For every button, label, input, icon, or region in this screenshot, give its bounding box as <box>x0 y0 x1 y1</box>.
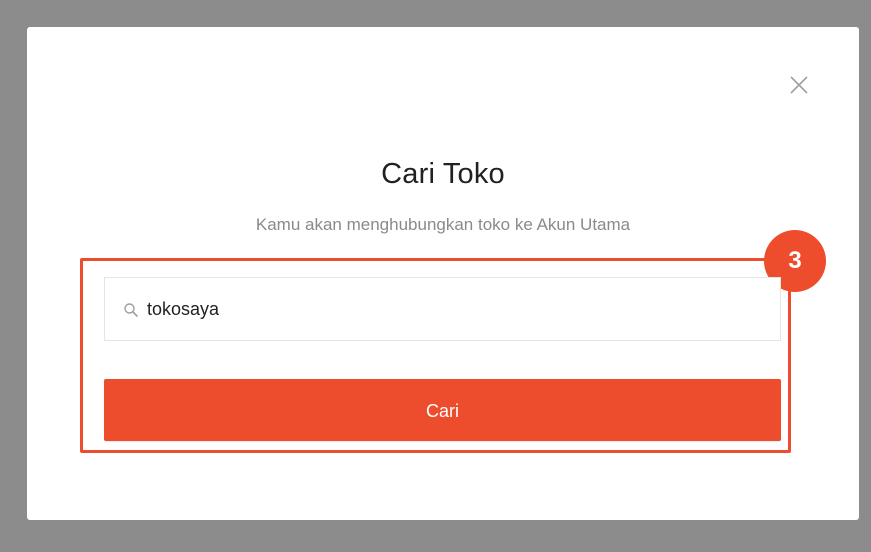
search-button[interactable]: Cari <box>104 379 781 441</box>
dialog-subtitle: Kamu akan menghubungkan toko ke Akun Uta… <box>255 215 631 234</box>
dialog-title: Cari Toko <box>381 158 505 190</box>
search-field[interactable] <box>104 277 781 341</box>
close-icon <box>790 76 808 94</box>
search-icon <box>124 303 138 317</box>
close-button[interactable] <box>787 73 811 97</box>
search-input[interactable] <box>147 278 767 340</box>
